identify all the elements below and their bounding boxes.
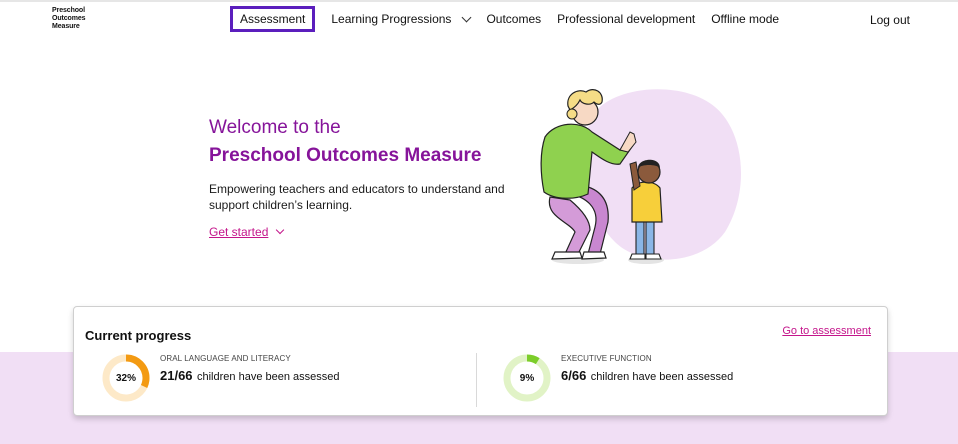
- progress-suffix: children have been assessed: [590, 371, 734, 383]
- get-started-label: Get started: [209, 225, 269, 239]
- progress-percent: 32%: [115, 372, 136, 384]
- nav-learning-progressions[interactable]: Learning Progressions: [331, 6, 472, 32]
- nav-outcomes[interactable]: Outcomes: [486, 6, 541, 32]
- progress-count: 21/66: [160, 368, 193, 383]
- progress-category: EXECUTIVE FUNCTION: [561, 354, 652, 363]
- progress-percent: 9%: [519, 372, 535, 384]
- main-nav: Assessment Learning Progressions Outcome…: [230, 6, 795, 32]
- nav-professional-development[interactable]: Professional development: [557, 6, 695, 32]
- hero-title-line2: Preschool Outcomes Measure: [209, 145, 482, 166]
- logo-line: Outcomes: [52, 15, 86, 22]
- metric-divider: [476, 353, 477, 407]
- site-logo[interactable]: Preschool Outcomes Measure: [52, 7, 86, 31]
- hero-description: Empowering teachers and educators to und…: [209, 182, 505, 212]
- chevron-down-icon[interactable]: [461, 12, 472, 22]
- progress-summary: 6/66 children have been assessed: [561, 367, 733, 385]
- hero-title-line1: Welcome to the: [209, 117, 341, 138]
- logo-line: Measure: [52, 23, 80, 30]
- nav-item-label: Learning Progressions: [331, 12, 452, 26]
- logo-line: Preschool: [52, 7, 85, 14]
- nav-offline-mode[interactable]: Offline mode: [711, 6, 779, 32]
- go-to-assessment-link[interactable]: Go to assessment: [782, 325, 871, 337]
- progress-count: 6/66: [561, 368, 587, 383]
- card-title: Current progress: [85, 328, 192, 343]
- progress-suffix: children have been assessed: [197, 371, 340, 383]
- top-border: [0, 0, 958, 2]
- get-started-link[interactable]: Get started: [209, 225, 285, 239]
- current-progress-card: Current progress Go to assessment 32% OR…: [73, 306, 888, 416]
- adult-legs: [548, 196, 591, 257]
- adult-and-child-high-five-illustration: [540, 89, 742, 264]
- progress-summary: 21/66 children have been assessed: [160, 367, 339, 385]
- logout-link[interactable]: Log out: [870, 13, 910, 27]
- chevron-down-icon: [276, 225, 285, 235]
- nav-assessment[interactable]: Assessment: [230, 6, 316, 32]
- progress-category: ORAL LANGUAGE AND LITERACY: [160, 354, 291, 363]
- background-blob: [583, 89, 742, 260]
